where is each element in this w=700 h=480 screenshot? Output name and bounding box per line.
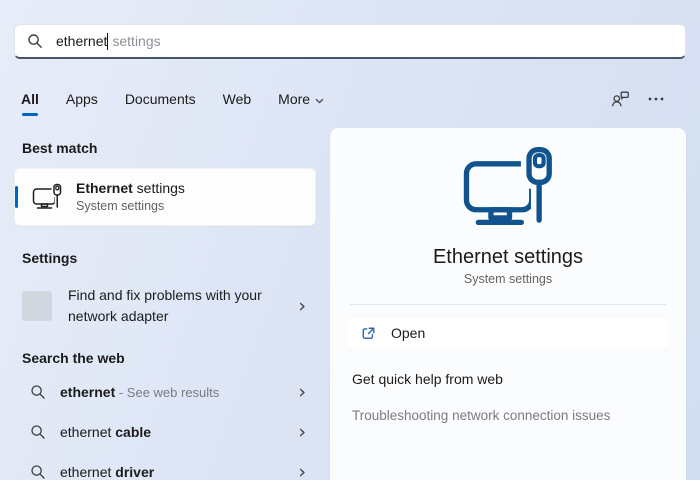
- web-result-strong: driver: [115, 464, 155, 480]
- web-result-lead: ethernet: [60, 464, 116, 480]
- web-result-strong: cable: [115, 424, 152, 440]
- chevron-right-icon: ›: [298, 461, 306, 480]
- tab-documents[interactable]: Documents: [124, 89, 197, 109]
- open-button[interactable]: Open: [346, 317, 670, 349]
- ethernet-settings-large-icon: [463, 146, 554, 229]
- tab-more-label: More: [278, 91, 311, 107]
- chevron-down-icon: [315, 91, 324, 107]
- web-result-lead: ethernet: [60, 424, 116, 440]
- best-match-title-strong: Ethernet: [76, 180, 133, 196]
- search-query-text: ethernet: [56, 33, 108, 49]
- chevron-right-icon: ›: [298, 421, 306, 443]
- web-result-strong: ethernet: [60, 384, 116, 400]
- preview-panel: Ethernet settings System settings Open G…: [330, 128, 686, 480]
- placeholder-icon: [22, 291, 52, 321]
- user-feedback-icon[interactable]: [610, 90, 630, 109]
- web-result-item[interactable]: ethernet cable ›: [14, 412, 316, 452]
- search-input[interactable]: ethernet settings: [14, 24, 686, 59]
- settings-result-item[interactable]: Find and fix problems with your network …: [14, 276, 316, 336]
- best-match-header: Best match: [22, 140, 98, 156]
- best-match-title-rest: settings: [132, 180, 185, 196]
- search-icon: [31, 465, 45, 479]
- search-tab-bar: All Apps Documents Web More: [20, 85, 680, 113]
- settings-header: Settings: [22, 250, 78, 266]
- preview-title: Ethernet settings: [432, 246, 584, 268]
- tab-more[interactable]: More: [277, 89, 325, 109]
- chevron-right-icon: ›: [298, 381, 306, 403]
- tab-web[interactable]: Web: [222, 89, 253, 109]
- ethernet-settings-icon: [32, 183, 62, 210]
- search-the-web-header: Search the web: [22, 350, 125, 366]
- selection-accent-bar: [15, 186, 18, 208]
- web-result-text: ethernet cable: [60, 424, 151, 440]
- troubleshooting-link[interactable]: Troubleshooting network connection issue…: [352, 407, 686, 425]
- more-options-icon[interactable]: [648, 97, 664, 101]
- preview-subtitle: System settings: [463, 272, 553, 286]
- panel-divider: [350, 304, 666, 305]
- open-external-icon: [362, 327, 375, 339]
- text-caret: [107, 32, 109, 50]
- results-column: Best match Ethernet settings System sett…: [14, 130, 316, 480]
- web-result-item[interactable]: ethernet - See web results ›: [14, 372, 316, 412]
- settings-result-label: Find and fix problems with your network …: [68, 287, 262, 324]
- open-button-label: Open: [391, 325, 426, 341]
- chevron-right-icon: ›: [298, 295, 306, 317]
- search-suggestion-text: settings: [112, 33, 161, 49]
- tab-apps[interactable]: Apps: [65, 89, 99, 109]
- search-icon: [31, 385, 45, 399]
- web-result-rest: - See web results: [115, 385, 220, 400]
- quick-help-link[interactable]: Get quick help from web: [352, 369, 686, 389]
- search-icon: [31, 425, 45, 439]
- search-icon: [28, 34, 42, 48]
- best-match-title: Ethernet settings: [76, 179, 185, 198]
- best-match-item[interactable]: Ethernet settings System settings: [14, 168, 316, 226]
- tab-all[interactable]: All: [20, 89, 40, 109]
- web-result-item[interactable]: ethernet driver ›: [14, 452, 316, 480]
- web-result-text: ethernet driver: [60, 464, 154, 480]
- web-result-text: ethernet - See web results: [60, 384, 219, 400]
- best-match-subtitle: System settings: [76, 199, 165, 213]
